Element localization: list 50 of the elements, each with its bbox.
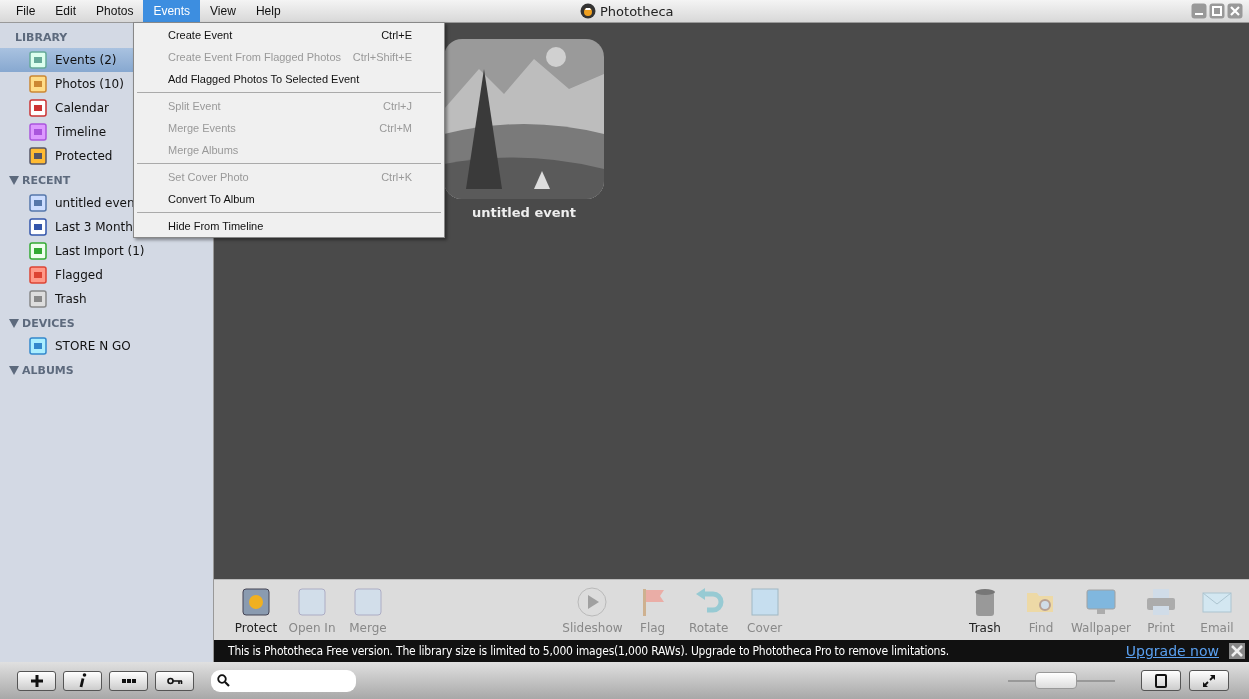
- more-button[interactable]: [109, 670, 148, 691]
- event-thumbnail[interactable]: [444, 39, 604, 199]
- menu-item[interactable]: Photos: [86, 0, 144, 22]
- menu-item[interactable]: File: [6, 0, 46, 22]
- menu-item[interactable]: Hide From Timeline: [134, 215, 444, 237]
- zoom-slider[interactable]: [1008, 671, 1115, 690]
- play-icon: [576, 586, 609, 618]
- toolbar-button[interactable]: Protect: [230, 580, 282, 640]
- section-heading: RECENT: [22, 173, 71, 187]
- menu-item[interactable]: View: [200, 0, 246, 22]
- menu-item[interactable]: Edit: [45, 0, 87, 22]
- section-heading: DEVICES: [22, 316, 75, 330]
- menu-item[interactable]: Help: [245, 0, 291, 22]
- dots-icon: [121, 678, 136, 683]
- search-field[interactable]: [211, 669, 356, 692]
- upgrade-link[interactable]: Upgrade now: [1125, 643, 1219, 659]
- close-icon[interactable]: [1229, 643, 1245, 659]
- close-button[interactable]: [1227, 3, 1243, 19]
- tablet-icon: [1155, 673, 1167, 688]
- plus-icon: [29, 673, 44, 688]
- view-mode-button[interactable]: [1141, 670, 1181, 691]
- sidebar-item[interactable]: Flagged: [0, 263, 213, 287]
- search-icon: [217, 674, 230, 687]
- event-title: untitled event: [471, 205, 577, 220]
- slider-thumb[interactable]: [1035, 671, 1078, 689]
- menu-item[interactable]: Create Event Ctrl+E: [134, 24, 444, 46]
- info-icon: [78, 673, 87, 688]
- printer-icon: [1145, 586, 1177, 618]
- toolbar-button[interactable]: Trash: [958, 580, 1011, 640]
- disclosure-triangle-icon[interactable]: [9, 318, 19, 328]
- app-logo-icon: [580, 3, 596, 19]
- key-icon: [166, 676, 183, 685]
- maximize-button[interactable]: [1209, 3, 1225, 19]
- expand-icon: [1202, 673, 1216, 688]
- sidebar-item[interactable]: Trash: [0, 287, 213, 311]
- window-title: Phototheca: [600, 3, 674, 19]
- sidebar-item[interactable]: Last Import (1): [0, 239, 213, 263]
- info-button[interactable]: [63, 670, 102, 691]
- square-icon: [748, 586, 781, 618]
- fullscreen-button[interactable]: [1189, 670, 1229, 691]
- add-button[interactable]: [17, 670, 56, 691]
- section-heading: LIBRARY: [14, 30, 68, 44]
- banner-message: This is Phototheca Free version. The library size is limited to 5,000 images(1,000 RAWs). Upgrade to Phototheca Pro to remove limitations.: [228, 644, 949, 658]
- menu-item[interactable]: Convert To Album: [134, 188, 444, 210]
- disclosure-triangle-icon[interactable]: [9, 365, 19, 375]
- key-button[interactable]: [155, 670, 194, 691]
- minimize-button[interactable]: [1191, 3, 1207, 19]
- sidebar-item[interactable]: STORE N GO: [0, 334, 213, 358]
- section-heading: ALBUMS: [22, 363, 74, 377]
- disclosure-triangle-icon[interactable]: [9, 175, 19, 185]
